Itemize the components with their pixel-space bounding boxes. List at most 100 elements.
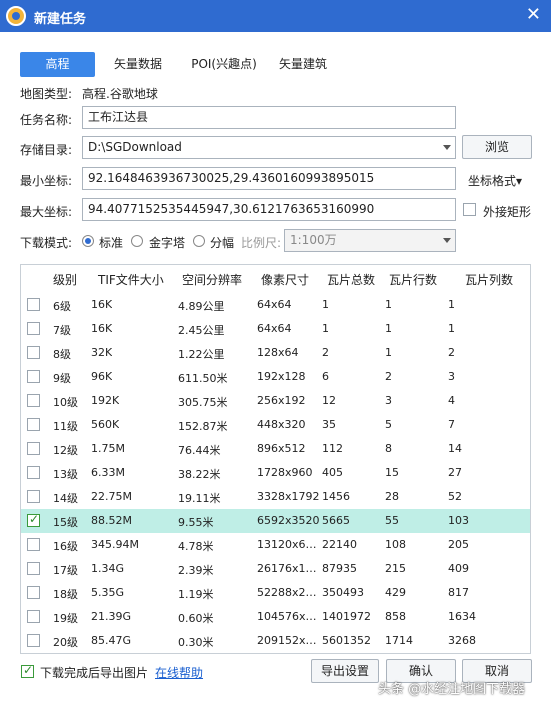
max-coord-input[interactable]: 94.4077152535445947,30.6121763653160990	[82, 198, 456, 221]
table-row[interactable]: 20级 85.47G 0.30米 209152x… 5601352 1714 3268	[21, 629, 530, 653]
cell-tile-cols: 409	[448, 562, 469, 575]
mode-pyramid-label: 金字塔	[149, 236, 186, 250]
row-checkbox[interactable]	[27, 562, 40, 575]
cell-level: 7级	[53, 324, 71, 337]
scale-select[interactable]: 1:100万	[284, 229, 456, 252]
row-checkbox[interactable]	[27, 634, 40, 647]
cell-tile-rows: 858	[385, 610, 406, 623]
table-row[interactable]: 16级 345.94M 4.78米 13120x6… 22140 108 205	[21, 533, 530, 557]
cell-tile-cols: 1	[448, 298, 455, 311]
cell-pixel-size: 52288x2…	[257, 586, 317, 599]
cell-tile-rows: 1	[385, 322, 392, 335]
mode-sheet-label: 分幅	[210, 236, 235, 250]
table-row[interactable]: 7级 16K 2.45公里 64x64 1 1 1	[21, 317, 530, 341]
scale-value: 1:100万	[290, 233, 337, 247]
cell-tile-total: 5665	[322, 514, 350, 527]
cell-level: 11级	[53, 420, 78, 433]
task-name-label: 任务名称:	[20, 113, 73, 127]
close-icon[interactable]: ✕	[526, 4, 541, 25]
row-checkbox[interactable]	[27, 346, 40, 359]
cell-tif-size: 32K	[91, 346, 113, 359]
coord-format-dropdown[interactable]: 坐标格式▾	[468, 172, 522, 189]
row-checkbox[interactable]	[27, 512, 40, 527]
table-row[interactable]: 18级 5.35G 1.19米 52288x2… 350493 429 817	[21, 581, 530, 605]
cell-tile-rows: 2	[385, 370, 392, 383]
cell-tile-total: 5601352	[322, 634, 371, 647]
export-settings-button[interactable]: 导出设置	[311, 659, 379, 683]
mode-sheet-radio[interactable]	[193, 235, 205, 247]
tab-vector-data[interactable]: 矢量数据	[107, 52, 169, 77]
row-checkbox[interactable]	[27, 586, 40, 599]
table-row[interactable]: 13级 6.33M 38.22米 1728x960 405 15 27	[21, 461, 530, 485]
tab-poi[interactable]: POI(兴趣点)	[182, 52, 266, 77]
storage-dir-select[interactable]: D:\SGDownload	[82, 136, 456, 159]
cell-tile-rows: 55	[385, 514, 399, 527]
cell-tif-size: 345.94M	[91, 538, 139, 551]
row-checkbox[interactable]	[27, 466, 40, 479]
table-row[interactable]: 6级 16K 4.89公里 64x64 1 1 1	[21, 293, 530, 317]
cell-level: 14级	[53, 492, 78, 505]
cell-tile-total: 1456	[322, 490, 350, 503]
table-row[interactable]: 10级 192K 305.75米 256x192 12 3 4	[21, 389, 530, 413]
table-header: 级别 TIF文件大小 空间分辨率 像素尺寸 瓦片总数 瓦片行数 瓦片列数	[21, 265, 530, 293]
cell-pixel-size: 64x64	[257, 298, 292, 311]
tab-elevation[interactable]: 高程	[20, 52, 95, 77]
row-checkbox[interactable]	[27, 490, 40, 503]
cell-tile-rows: 215	[385, 562, 406, 575]
cell-tif-size: 22.75M	[91, 490, 132, 503]
outer-rect-checkbox[interactable]	[463, 203, 476, 216]
row-checkbox[interactable]	[27, 442, 40, 455]
cell-tile-rows: 1	[385, 346, 392, 359]
cell-resolution: 2.45公里	[178, 324, 225, 337]
cell-tile-rows: 3	[385, 394, 392, 407]
task-name-input[interactable]: 工布江达县	[82, 106, 456, 129]
cell-tif-size: 16K	[91, 298, 113, 311]
mode-standard-radio[interactable]	[82, 235, 94, 247]
cell-resolution: 19.11米	[178, 492, 221, 505]
cell-pixel-size: 3328x1792	[257, 490, 320, 503]
cell-tif-size: 6.33M	[91, 466, 125, 479]
table-row[interactable]: 11级 560K 152.87米 448x320 35 5 7	[21, 413, 530, 437]
header-level: 级别	[53, 273, 78, 287]
cell-tif-size: 192K	[91, 394, 120, 407]
row-checkbox[interactable]	[27, 538, 40, 551]
cell-tile-rows: 1714	[385, 634, 413, 647]
row-checkbox[interactable]	[27, 370, 40, 383]
mode-pyramid-radio[interactable]	[131, 235, 143, 247]
chevron-down-icon	[443, 145, 451, 150]
watermark: 头条 @水经注地图下载器	[378, 682, 526, 697]
cell-tile-rows: 1	[385, 298, 392, 311]
table-row[interactable]: 19级 21.39G 0.60米 104576x… 1401972 858 1634	[21, 605, 530, 629]
table-row[interactable]: 12级 1.75M 76.44米 896x512 112 8 14	[21, 437, 530, 461]
header-tif-size: TIF文件大小	[98, 273, 164, 287]
cell-tile-total: 350493	[322, 586, 364, 599]
cell-pixel-size: 192x128	[257, 370, 306, 383]
cell-tile-total: 22140	[322, 538, 357, 551]
row-checkbox[interactable]	[27, 394, 40, 407]
header-tile-rows: 瓦片行数	[389, 273, 438, 287]
row-checkbox[interactable]	[27, 610, 40, 623]
table-row[interactable]: 15级 88.52M 9.55米 6592x35205665 55 103	[21, 509, 530, 533]
online-help-link[interactable]: 在线帮助	[155, 664, 203, 681]
app-logo-icon	[6, 6, 26, 26]
cell-tif-size: 5.35G	[91, 586, 125, 599]
table-row[interactable]: 8级 32K 1.22公里 128x64 2 1 2	[21, 341, 530, 365]
row-checkbox[interactable]	[27, 322, 40, 335]
row-checkbox[interactable]	[27, 418, 40, 431]
cell-level: 6级	[53, 300, 71, 313]
table-row[interactable]: 9级 96K 611.50米 192x128 6 2 3	[21, 365, 530, 389]
export-after-label: 下载完成后导出图片	[40, 666, 149, 680]
table-row[interactable]: 17级 1.34G 2.39米 26176x1… 87935 215 409	[21, 557, 530, 581]
tab-vector-building[interactable]: 矢量建筑	[273, 52, 333, 77]
map-type-label: 地图类型:	[20, 87, 73, 101]
cell-tile-cols: 2	[448, 346, 455, 359]
min-coord-input[interactable]: 92.1648463936730025,29.4360160993895015	[82, 167, 456, 190]
cell-tile-cols: 817	[448, 586, 469, 599]
browse-button[interactable]: 浏览	[462, 135, 532, 159]
table-row[interactable]: 14级 22.75M 19.11米 3328x1792 1456 28 52	[21, 485, 530, 509]
cell-tile-total: 112	[322, 442, 343, 455]
cell-resolution: 152.87米	[178, 420, 228, 433]
export-after-checkbox[interactable]	[21, 663, 34, 678]
row-checkbox[interactable]	[27, 298, 40, 311]
cell-tile-total: 12	[322, 394, 336, 407]
